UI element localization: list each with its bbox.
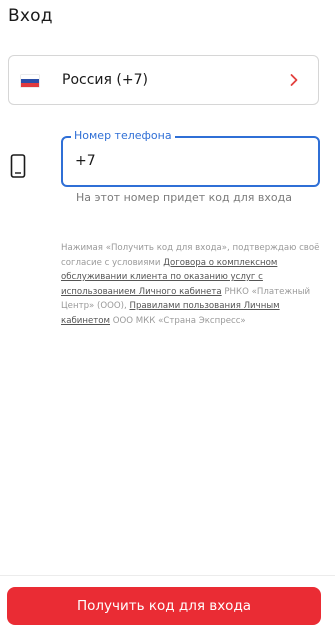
country-label: Россия (+7) (62, 72, 148, 88)
smartphone-icon (10, 154, 26, 178)
russia-flag-icon (21, 75, 39, 87)
flag-stripe-red (21, 83, 39, 87)
country-selector[interactable]: Россия (+7) (8, 55, 319, 105)
phone-hint: На этот номер придет код для входа (76, 191, 292, 204)
consent-text: Нажимая «Получить код для входа», подтве… (61, 241, 323, 328)
chevron-right-icon (290, 74, 298, 86)
phone-field-label: Номер телефона (71, 129, 175, 142)
phone-input-field[interactable] (61, 136, 320, 187)
bottom-divider (0, 575, 335, 576)
phone-input-value[interactable]: +7 (75, 153, 96, 169)
get-code-button[interactable]: Получить код для входа (7, 587, 321, 625)
page-title: Вход (8, 6, 53, 26)
consent-text-part3: ООО МКК «Страна Экспресс» (110, 315, 246, 326)
